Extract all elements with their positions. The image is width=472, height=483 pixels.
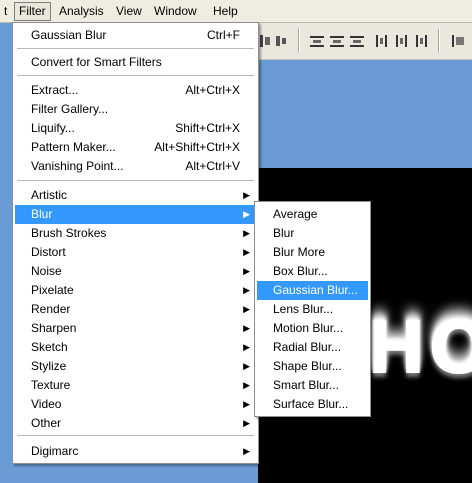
submenu-arrow-icon: ▶	[243, 304, 250, 314]
menu-item-extract[interactable]: Extract... Alt+Ctrl+X	[15, 81, 256, 100]
submenu-item-smart-blur[interactable]: Smart Blur...	[257, 376, 368, 395]
submenu-item-label: Motion Blur...	[273, 321, 344, 335]
menu-separator	[17, 48, 254, 49]
menu-item-distort[interactable]: Distort ▶	[15, 243, 256, 262]
distribute-top-icons[interactable]	[308, 34, 368, 48]
submenu-item-gaussian-blur[interactable]: Gaussian Blur...	[257, 281, 368, 300]
menu-item-label: Pixelate	[31, 283, 74, 297]
menu-item-brush-strokes[interactable]: Brush Strokes ▶	[15, 224, 256, 243]
menu-filter[interactable]: Filter	[14, 2, 51, 21]
submenu-item-label: Average	[273, 207, 318, 221]
submenu-item-label: Shape Blur...	[273, 359, 342, 373]
submenu-item-radial-blur[interactable]: Radial Blur...	[257, 338, 368, 357]
submenu-item-label: Gaussian Blur...	[273, 283, 358, 297]
menu-help[interactable]: Help	[209, 2, 242, 21]
menu-item-sharpen[interactable]: Sharpen ▶	[15, 319, 256, 338]
options-toolbar	[258, 23, 472, 60]
menu-item-sketch[interactable]: Sketch ▶	[15, 338, 256, 357]
submenu-item-label: Surface Blur...	[273, 397, 349, 411]
submenu-arrow-icon: ▶	[243, 266, 250, 276]
submenu-item-motion-blur[interactable]: Motion Blur...	[257, 319, 368, 338]
align-icons[interactable]	[258, 34, 298, 48]
toolbar-separator	[298, 29, 300, 53]
submenu-arrow-icon: ▶	[243, 380, 250, 390]
menu-separator	[17, 435, 254, 436]
menu-item-label: Sharpen	[31, 321, 77, 335]
menu-item-label: Noise	[31, 264, 62, 278]
menu-item-artistic[interactable]: Artistic ▶	[15, 186, 256, 205]
menu-item-video[interactable]: Video ▶	[15, 395, 256, 414]
submenu-arrow-icon: ▶	[243, 446, 250, 456]
menu-item-blur[interactable]: Blur ▶	[15, 205, 256, 224]
submenu-arrow-icon: ▶	[243, 361, 250, 371]
submenu-arrow-icon: ▶	[243, 228, 250, 238]
menu-partial[interactable]: t	[0, 2, 11, 21]
submenu-item-shape-blur[interactable]: Shape Blur...	[257, 357, 368, 376]
submenu-item-label: Box Blur...	[273, 264, 328, 278]
submenu-item-label: Radial Blur...	[273, 340, 342, 354]
menu-item-label: Distort	[31, 245, 66, 259]
menu-item-texture[interactable]: Texture ▶	[15, 376, 256, 395]
submenu-item-label: Lens Blur...	[273, 302, 334, 316]
menu-item-label: Stylize	[31, 359, 67, 373]
menu-separator	[17, 180, 254, 181]
submenu-item-label: Blur More	[273, 245, 326, 259]
filter-menu: Gaussian Blur Ctrl+F Convert for Smart Fi…	[12, 22, 259, 464]
menu-item-label: Artistic	[31, 188, 67, 202]
menu-item-label: Render	[31, 302, 71, 316]
submenu-item-label: Blur	[273, 226, 295, 240]
distribute-left-icons[interactable]	[374, 34, 434, 48]
menu-window[interactable]: Window	[150, 2, 201, 21]
menu-view[interactable]: View	[112, 2, 146, 21]
menu-item-filter-gallery[interactable]: Filter Gallery...	[15, 100, 256, 119]
submenu-item-box-blur[interactable]: Box Blur...	[257, 262, 368, 281]
menu-item-digimarc[interactable]: Digimarc ▶	[15, 442, 256, 461]
menu-item-vanishing-point[interactable]: Vanishing Point... Alt+Ctrl+V	[15, 157, 256, 176]
submenu-item-lens-blur[interactable]: Lens Blur...	[257, 300, 368, 319]
submenu-item-label: Smart Blur...	[273, 378, 340, 392]
submenu-arrow-icon: ▶	[243, 323, 250, 333]
submenu-arrow-icon: ▶	[243, 209, 250, 219]
menu-item-label: Other	[31, 416, 62, 430]
submenu-item-blur-more[interactable]: Blur More	[257, 243, 368, 262]
auto-align-icon[interactable]	[450, 34, 470, 48]
menu-item-label: Blur	[31, 207, 53, 221]
menu-item-label: Video	[31, 397, 62, 411]
submenu-arrow-icon: ▶	[243, 342, 250, 352]
canvas-text: HOL	[366, 306, 472, 390]
menu-item-gaussian-blur-last[interactable]: Gaussian Blur Ctrl+F	[15, 26, 256, 45]
menu-item-label: Brush Strokes	[31, 226, 107, 240]
menu-item-liquify[interactable]: Liquify... Shift+Ctrl+X	[15, 119, 256, 138]
menu-analysis[interactable]: Analysis	[55, 2, 108, 21]
menu-item-pixelate[interactable]: Pixelate ▶	[15, 281, 256, 300]
menu-item-other[interactable]: Other ▶	[15, 414, 256, 433]
blur-submenu: Average Blur Blur More Box Blur... Gaussian …	[254, 201, 371, 417]
submenu-arrow-icon: ▶	[243, 247, 250, 257]
submenu-item-average[interactable]: Average	[257, 205, 368, 224]
submenu-arrow-icon: ▶	[243, 190, 250, 200]
submenu-arrow-icon: ▶	[243, 285, 250, 295]
menu-item-pattern-maker[interactable]: Pattern Maker... Alt+Shift+Ctrl+X	[15, 138, 256, 157]
menu-item-convert-smart-filters[interactable]: Convert for Smart Filters	[15, 53, 256, 72]
menu-item-stylize[interactable]: Stylize ▶	[15, 357, 256, 376]
submenu-arrow-icon: ▶	[243, 418, 250, 428]
menu-item-noise[interactable]: Noise ▶	[15, 262, 256, 281]
menu-item-label: Texture	[31, 378, 71, 392]
submenu-item-surface-blur[interactable]: Surface Blur...	[257, 395, 368, 414]
submenu-arrow-icon: ▶	[243, 399, 250, 409]
toolbar-separator	[438, 29, 440, 53]
menu-separator	[17, 75, 254, 76]
menu-item-render[interactable]: Render ▶	[15, 300, 256, 319]
menu-bar: t Filter Analysis View Window Help	[0, 0, 472, 23]
menu-item-label: Sketch	[31, 340, 68, 354]
submenu-item-blur[interactable]: Blur	[257, 224, 368, 243]
